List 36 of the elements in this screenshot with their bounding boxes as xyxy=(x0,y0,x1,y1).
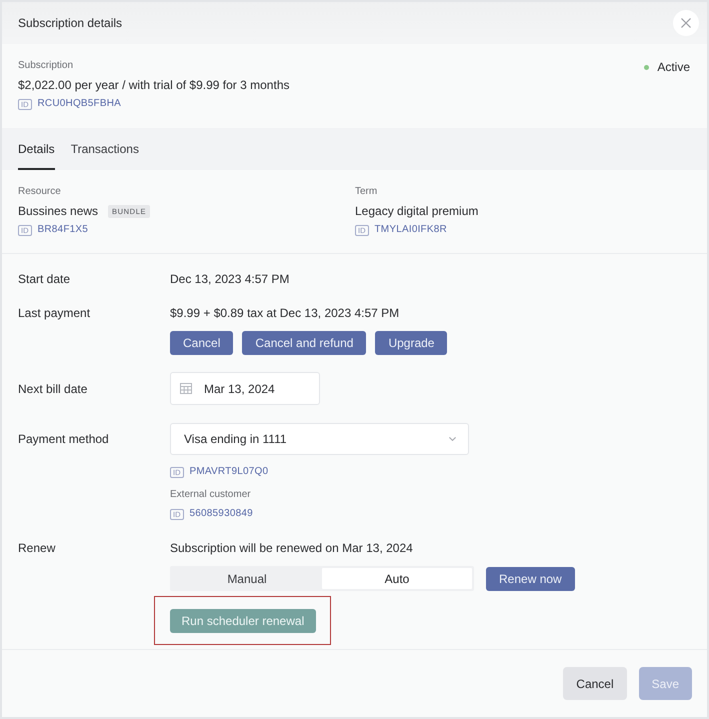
section-label: External customer xyxy=(170,488,251,502)
renewal-note: Subscription will be renewed on Mar 13, 2024 xyxy=(170,540,413,557)
cancel-button[interactable]: Cancel xyxy=(170,331,234,355)
id-link[interactable]: RCU0HQB5FBHA xyxy=(38,97,122,111)
close-button[interactable] xyxy=(673,10,699,36)
id-link[interactable]: PMAVRT9L07Q0 xyxy=(190,465,268,479)
field-label: Payment method xyxy=(18,431,109,448)
resource-name: Legacy digital premium xyxy=(355,203,478,220)
date-field[interactable]: Mar 13, 2024 xyxy=(170,372,320,405)
section-label: Subscription xyxy=(18,59,74,73)
field-label: Start date xyxy=(18,271,70,288)
price-summary: $2,022.00 per year / with trial of $9.99 for 3 months xyxy=(18,77,290,94)
field-label: Next bill date xyxy=(18,380,88,398)
id-link[interactable]: 56085930849 xyxy=(190,507,253,521)
field-label: Renew xyxy=(18,540,56,557)
status-label: Active xyxy=(657,59,690,76)
date-value: Dec 13, 2023 4:57 PM xyxy=(170,271,290,288)
tab[interactable]: Transactions xyxy=(70,128,139,170)
id-link[interactable]: TMYLAI0IFK8R xyxy=(374,223,447,237)
cancel-refund-button[interactable]: Cancel and refund xyxy=(242,331,366,355)
section-label: Term xyxy=(355,185,378,199)
window-title: Subscription details xyxy=(18,15,122,32)
chevron-down-icon xyxy=(449,437,456,441)
renew-now-button[interactable]: Renew now xyxy=(486,566,575,590)
resource-name: Bussines news xyxy=(18,203,98,220)
field-label: Last payment xyxy=(18,305,90,322)
id-link[interactable]: BR84F1X5 xyxy=(38,223,88,237)
section-label: Resource xyxy=(18,185,62,199)
cancel-button[interactable]: Cancel xyxy=(563,667,627,700)
mode-option[interactable]: Manual xyxy=(172,568,322,589)
upgrade-button[interactable]: Upgrade xyxy=(375,331,448,355)
payment-method-select[interactable]: Visa ending in 1111 xyxy=(170,423,469,455)
calendar-icon xyxy=(180,383,192,394)
mode-option[interactable]: Auto xyxy=(322,568,472,589)
payment-summary: $9.99 + $0.89 tax at Dec 13, 2023 4:57 PM xyxy=(170,305,400,322)
close-icon xyxy=(681,18,691,28)
